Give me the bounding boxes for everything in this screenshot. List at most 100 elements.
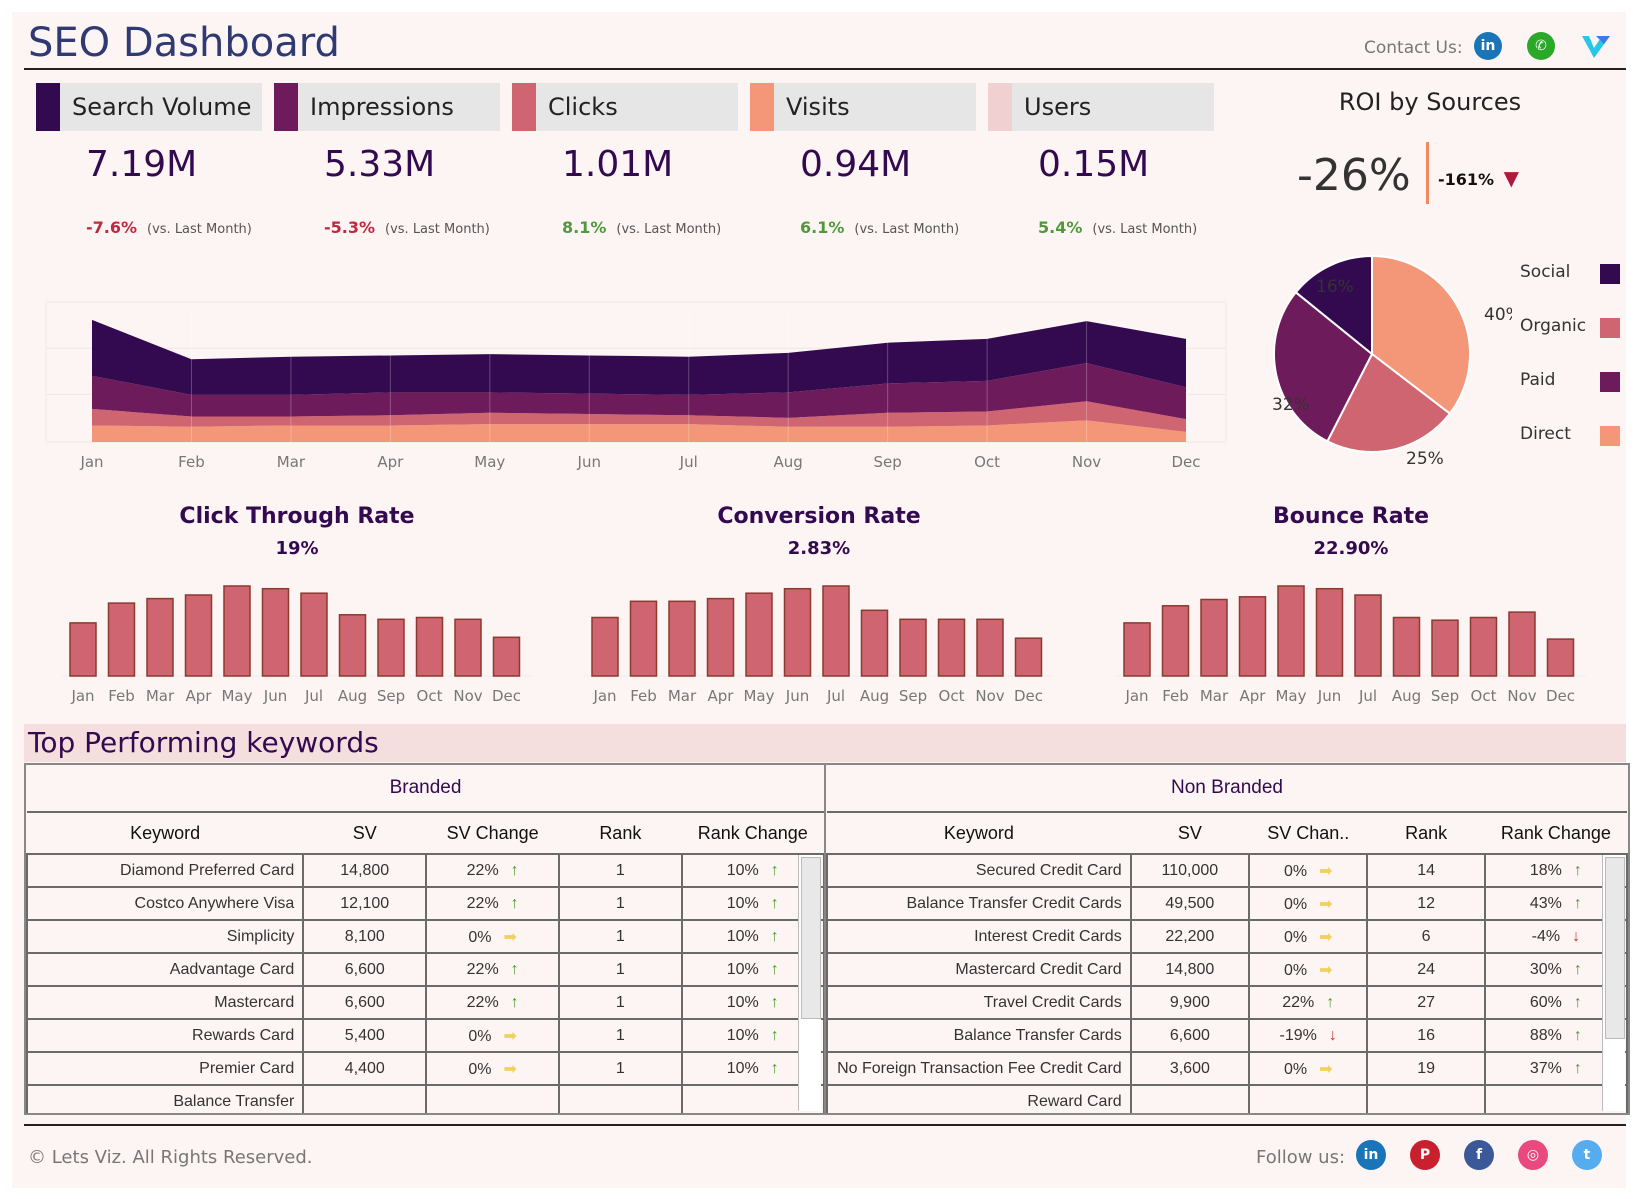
table-row[interactable]: Reward Card xyxy=(826,1084,1628,1113)
legend-item-social[interactable]: Social xyxy=(1520,262,1620,286)
linkedin-icon[interactable]: in xyxy=(1474,32,1502,60)
keyword-value: Travel Credit Cards xyxy=(983,993,1122,1011)
cell-sv: 8,100 xyxy=(302,919,428,954)
bar-feb[interactable] xyxy=(107,602,136,677)
branded-scrollbar-thumb[interactable] xyxy=(801,857,821,1019)
bar-aug[interactable] xyxy=(338,614,367,677)
bar-may[interactable] xyxy=(745,592,773,677)
table-row[interactable]: Costco Anywhere Visa 12,100 22% ↑ 1 10% ↑ xyxy=(26,886,825,921)
bar-dec[interactable] xyxy=(1546,638,1575,677)
table-row[interactable]: Premier Card 4,400 0% ➡ 1 10% ↑ xyxy=(26,1051,825,1086)
cell-keyword: Rewards Card xyxy=(26,1018,305,1053)
bar-jul[interactable] xyxy=(822,585,850,677)
column-header-sv[interactable]: SV xyxy=(1130,812,1250,855)
bar-jun[interactable] xyxy=(261,587,290,677)
bar-jun[interactable] xyxy=(1315,587,1344,677)
table-row[interactable]: Rewards Card 5,400 0% ➡ 1 10% ↑ xyxy=(26,1018,825,1053)
column-header-keyword[interactable]: Keyword xyxy=(27,812,304,855)
twitter-icon[interactable]: t xyxy=(1572,1140,1602,1170)
column-header-sv-chan[interactable]: SV Chan.. xyxy=(1249,812,1368,855)
arrow-right-icon: ➡ xyxy=(503,1060,517,1078)
column-header-rank-change[interactable]: Rank Change xyxy=(681,812,824,855)
column-header-sv[interactable]: SV xyxy=(303,812,427,855)
kpi-tile-users[interactable]: Users xyxy=(988,83,1214,131)
kpi-value: 7.19M xyxy=(86,144,198,185)
bar-mar[interactable] xyxy=(146,597,174,677)
column-header-rank[interactable]: Rank xyxy=(559,812,682,855)
x-tick-label: Mar xyxy=(277,453,306,471)
bar-oct[interactable] xyxy=(937,618,966,677)
bar-sep[interactable] xyxy=(377,618,405,677)
bar-jun[interactable] xyxy=(783,587,812,677)
branded-scrollbar[interactable] xyxy=(798,855,821,1111)
rank-value: 6 xyxy=(1421,927,1431,945)
bar-dec[interactable] xyxy=(1014,637,1043,677)
table-row[interactable]: Aadvantage Card 6,600 22% ↑ 1 10% ↑ xyxy=(26,952,825,987)
bar-sep[interactable] xyxy=(899,618,927,677)
table-row[interactable]: Mastercard Credit Card 14,800 0% ➡ 24 30% ↑ xyxy=(826,952,1628,987)
column-header-sv-change[interactable]: SV Change xyxy=(426,812,560,855)
kpi-tile-visits[interactable]: Visits xyxy=(750,83,976,131)
non-branded-scrollbar[interactable] xyxy=(1602,855,1625,1111)
table-row[interactable]: Interest Credit Cards 22,200 0% ➡ 6 -4% ↓ xyxy=(826,919,1628,954)
bar-apr[interactable] xyxy=(1238,596,1267,677)
bar-aug[interactable] xyxy=(1392,616,1421,677)
column-header-keyword[interactable]: Keyword xyxy=(827,812,1131,855)
non-branded-scrollbar-thumb[interactable] xyxy=(1605,857,1625,1039)
bar-mar[interactable] xyxy=(1200,598,1228,677)
bar-jan[interactable] xyxy=(69,622,97,677)
bar-jan[interactable] xyxy=(1123,622,1151,677)
table-row[interactable]: Balance Transfer xyxy=(26,1084,825,1113)
cell-keyword: Mastercard xyxy=(26,985,305,1020)
bar-apr[interactable] xyxy=(184,594,213,677)
kpi-tile-impressions[interactable]: Impressions xyxy=(274,83,500,131)
bar-jul[interactable] xyxy=(1354,594,1382,677)
x-tick-label: Jan xyxy=(70,687,94,705)
sv-change-value: 0% xyxy=(1283,1060,1308,1078)
whatsapp-icon[interactable]: ✆ xyxy=(1527,32,1555,60)
arrow-down-icon: ↓ xyxy=(1572,927,1581,945)
bar-feb[interactable] xyxy=(1161,605,1190,677)
legend-item-direct[interactable]: Direct xyxy=(1520,424,1620,448)
table-row[interactable]: Diamond Preferred Card 14,800 22% ↑ 1 10% ↑ xyxy=(26,853,825,888)
x-tick-label: Oct xyxy=(974,453,1000,471)
table-row[interactable]: Secured Credit Card 110,000 0% ➡ 14 18% ↑ xyxy=(826,853,1628,888)
pinterest-icon[interactable]: P xyxy=(1410,1140,1440,1170)
table-row[interactable]: No Foreign Transaction Fee Credit Card 3,… xyxy=(826,1051,1628,1086)
keyword-value: Interest Credit Cards xyxy=(974,927,1122,945)
column-header-rank-change[interactable]: Rank Change xyxy=(1484,812,1627,855)
bar-oct[interactable] xyxy=(1469,616,1498,677)
linkedin-icon[interactable]: in xyxy=(1356,1140,1386,1170)
bar-jan[interactable] xyxy=(591,616,619,677)
kpi-change-value: -7.6% xyxy=(86,218,138,237)
bar-aug[interactable] xyxy=(860,609,889,677)
x-tick-label: Dec xyxy=(1546,687,1575,705)
bar-apr[interactable] xyxy=(706,597,735,677)
legend-item-organic[interactable]: Organic xyxy=(1520,316,1620,340)
facebook-icon[interactable]: f xyxy=(1464,1140,1494,1170)
bar-oct[interactable] xyxy=(415,616,444,677)
sv-value: 5,400 xyxy=(344,1026,385,1044)
table-row[interactable]: Travel Credit Cards 9,900 22% ↑ 27 60% ↑ xyxy=(826,985,1628,1020)
kpi-tile-search-volume[interactable]: Search Volume xyxy=(36,83,262,131)
letsviz-logo-icon[interactable] xyxy=(1580,30,1612,62)
bar-jul[interactable] xyxy=(300,592,328,677)
table-row[interactable]: Balance Transfer Credit Cards 49,500 0% ➡ 12… xyxy=(826,886,1628,921)
dribbble-icon[interactable]: ◎ xyxy=(1518,1140,1548,1170)
table-row[interactable]: Simplicity 8,100 0% ➡ 1 10% ↑ xyxy=(26,919,825,954)
bar-may[interactable] xyxy=(223,585,251,677)
bar-nov[interactable] xyxy=(1508,611,1536,677)
bar-mar[interactable] xyxy=(668,600,696,677)
bar-nov[interactable] xyxy=(454,618,482,677)
table-row[interactable]: Mastercard 6,600 22% ↑ 1 10% ↑ xyxy=(26,985,825,1020)
table-row[interactable]: Balance Transfer Cards 6,600 -19% ↓ 16 88% ↑ xyxy=(826,1018,1628,1053)
bar-nov[interactable] xyxy=(976,618,1004,677)
column-header-rank[interactable]: Rank xyxy=(1367,812,1485,855)
legend-item-paid[interactable]: Paid xyxy=(1520,370,1620,394)
bar-may[interactable] xyxy=(1277,585,1305,677)
cell-sv: 14,800 xyxy=(302,853,428,888)
kpi-tile-clicks[interactable]: Clicks xyxy=(512,83,738,131)
bar-sep[interactable] xyxy=(1431,619,1459,677)
bar-dec[interactable] xyxy=(492,636,521,677)
bar-feb[interactable] xyxy=(629,600,658,677)
